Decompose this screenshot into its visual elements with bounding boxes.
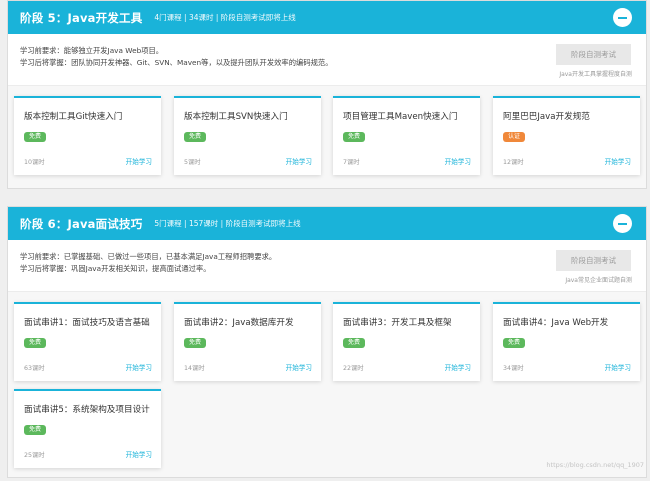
start-learning-link[interactable]: 开始学习: [445, 156, 471, 166]
course-hours: 14课时: [184, 365, 205, 372]
prerequisite-text: 学习前要求：能够独立开发Java Web项目。: [20, 46, 164, 55]
stage-header: 阶段 6：Java面试技巧 5门课程 | 157课时 | 阶段自测考试即将上线: [8, 207, 646, 240]
minus-icon: [618, 16, 627, 19]
collapse-button[interactable]: [613, 214, 632, 233]
course-card[interactable]: 面试串讲5：系统架构及项目设计 免费 25课时 开始学习: [14, 389, 161, 468]
course-hours: 22课时: [343, 365, 364, 372]
start-learning-link[interactable]: 开始学习: [286, 362, 312, 372]
minus-icon: [618, 222, 627, 225]
stage-panel: 阶段 5：Java开发工具 4门课程 | 34课时 | 阶段自测考试即将上线 学…: [7, 0, 647, 189]
course-card[interactable]: 版本控制工具SVN快速入门 免费 5课时 开始学习: [174, 96, 321, 175]
course-card[interactable]: 面试串讲3：开发工具及框架 免费 22课时 开始学习: [333, 302, 480, 381]
course-list: 面试串讲1：面试技巧及语言基础 免费 63课时 开始学习 面试串讲2：Java数…: [8, 292, 646, 477]
stage-title: 阶段 5：Java开发工具: [20, 10, 143, 25]
stage-meta: 5门课程 | 157课时 | 阶段自测考试即将上线: [154, 219, 301, 228]
course-hours: 5课时: [184, 159, 201, 166]
course-card[interactable]: 面试串讲2：Java数据库开发 免费 14课时 开始学习: [174, 302, 321, 381]
start-learning-link[interactable]: 开始学习: [126, 449, 152, 459]
start-learning-link[interactable]: 开始学习: [605, 156, 631, 166]
course-badge: 认证: [503, 132, 526, 142]
course-title: 面试串讲3：开发工具及框架: [343, 318, 452, 328]
course-badge: 免费: [24, 132, 47, 142]
course-hours: 10课时: [24, 159, 45, 166]
stage-title: 阶段 6：Java面试技巧: [20, 216, 143, 231]
course-badge: 免费: [343, 132, 366, 142]
course-title: 版本控制工具SVN快速入门: [184, 112, 288, 122]
start-learning-link[interactable]: 开始学习: [126, 362, 152, 372]
stage-exam-button[interactable]: 阶段自测考试: [556, 250, 631, 271]
stage-meta: 4门课程 | 34课时 | 阶段自测考试即将上线: [154, 13, 296, 22]
course-hours: 34课时: [503, 365, 524, 372]
course-card[interactable]: 版本控制工具Git快速入门 免费 10课时 开始学习: [14, 96, 161, 175]
stage-header: 阶段 5：Java开发工具 4门课程 | 34课时 | 阶段自测考试即将上线: [8, 1, 646, 34]
requirements: 学习前要求：已掌握基础、已做过一些项目，已基本满足Java工程师招聘要求。 学习…: [8, 240, 646, 292]
course-card[interactable]: 面试串讲1：面试技巧及语言基础 免费 63课时 开始学习: [14, 302, 161, 381]
course-card[interactable]: 项目管理工具Maven快速入门 免费 7课时 开始学习: [333, 96, 480, 175]
start-learning-link[interactable]: 开始学习: [126, 156, 152, 166]
course-title: 阿里巴巴Java开发规范: [503, 112, 590, 122]
course-hours: 63课时: [24, 365, 45, 372]
prerequisite-text: 学习前要求：已掌握基础、已做过一些项目，已基本满足Java工程师招聘要求。: [20, 252, 277, 261]
exam-note: Java常见企业面试题自测: [565, 277, 632, 284]
course-hours: 7课时: [343, 159, 360, 166]
exam-note: Java开发工具掌握程度自测: [559, 71, 632, 78]
course-title: 项目管理工具Maven快速入门: [343, 112, 458, 122]
course-title: 版本控制工具Git快速入门: [24, 112, 123, 122]
course-badge: 免费: [184, 338, 207, 348]
start-learning-link[interactable]: 开始学习: [286, 156, 312, 166]
stage-panel: 阶段 6：Java面试技巧 5门课程 | 157课时 | 阶段自测考试即将上线 …: [7, 206, 647, 478]
course-list: 版本控制工具Git快速入门 免费 10课时 开始学习 版本控制工具SVN快速入门…: [8, 86, 646, 188]
requirements: 学习前要求：能够独立开发Java Web项目。 学习后将掌握：团队协同开发神器、…: [8, 34, 646, 86]
course-hours: 25课时: [24, 452, 45, 459]
start-learning-link[interactable]: 开始学习: [445, 362, 471, 372]
stage-exam-button[interactable]: 阶段自测考试: [556, 44, 631, 65]
course-hours: 12课时: [503, 159, 524, 166]
course-title: 面试串讲5：系统架构及项目设计: [24, 405, 150, 415]
course-title: 面试串讲4：Java Web开发: [503, 318, 609, 328]
outcome-text: 学习后将掌握：巩固Java开发相关知识，提高面试通过率。: [20, 264, 211, 273]
start-learning-link[interactable]: 开始学习: [605, 362, 631, 372]
course-badge: 免费: [184, 132, 207, 142]
watermark: https://blog.csdn.net/qq_1907: [546, 461, 644, 469]
outcome-text: 学习后将掌握：团队协同开发神器、Git、SVN、Maven等，以及提升团队开发效…: [20, 58, 333, 67]
collapse-button[interactable]: [613, 8, 632, 27]
course-card[interactable]: 面试串讲4：Java Web开发 免费 34课时 开始学习: [493, 302, 640, 381]
course-card[interactable]: 阿里巴巴Java开发规范 认证 12课时 开始学习: [493, 96, 640, 175]
course-badge: 免费: [503, 338, 526, 348]
course-badge: 免费: [24, 338, 47, 348]
course-title: 面试串讲1：面试技巧及语言基础: [24, 318, 150, 328]
course-title: 面试串讲2：Java数据库开发: [184, 318, 294, 328]
course-badge: 免费: [24, 425, 47, 435]
course-badge: 免费: [343, 338, 366, 348]
